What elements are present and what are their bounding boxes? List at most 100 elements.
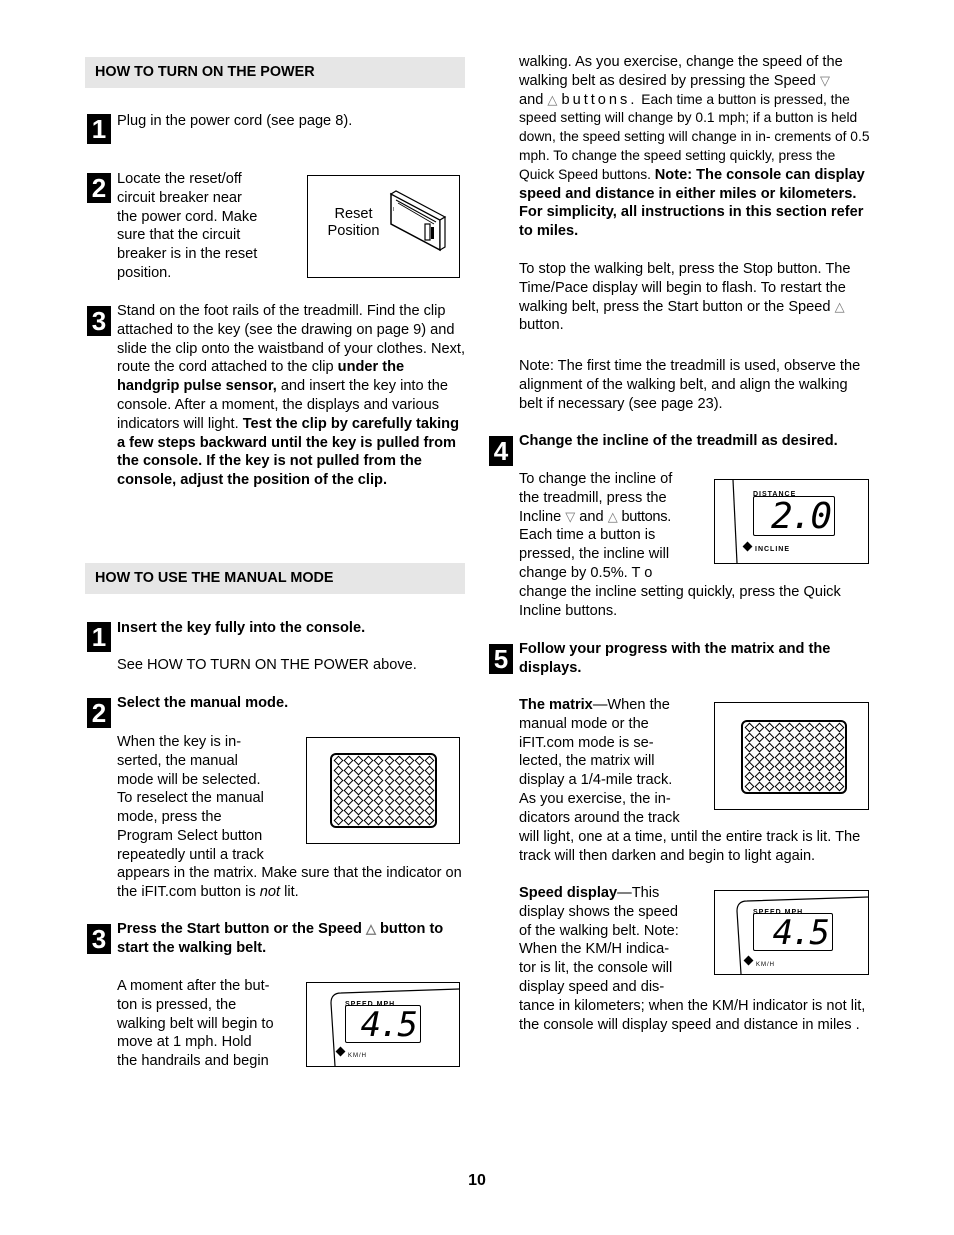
text-line: The matrix—When the [519, 696, 709, 715]
text-line: tor is lit, the console will [519, 960, 673, 977]
matrix-led [424, 755, 435, 766]
matrix-led [784, 761, 795, 772]
matrix-led [824, 781, 835, 792]
matrix-led [824, 732, 835, 743]
text-run: buttons. [561, 91, 638, 108]
matrix-led [414, 795, 425, 806]
matrix-led [404, 765, 415, 776]
page-number: 10 [468, 1172, 486, 1189]
matrix-led [353, 755, 364, 766]
text-line: mode, press the [117, 809, 222, 826]
matrix-led [394, 785, 405, 796]
matrix-led [373, 785, 384, 796]
led-matrix [741, 720, 847, 794]
matrix-led [744, 781, 755, 792]
matrix-led [754, 771, 765, 782]
matrix-led [333, 795, 344, 806]
indicator-label: KM/H [348, 1053, 367, 1059]
matrix-led [784, 771, 795, 782]
circuit-breaker-icon: I [389, 190, 447, 252]
text-line: serted, the manual [117, 752, 238, 769]
step-text: change the incline setting quickly, pres… [519, 584, 841, 619]
text-run: Press the Start button or the Speed [117, 921, 366, 937]
matrix-led [353, 805, 364, 816]
matrix-led [394, 755, 405, 766]
matrix-led [794, 722, 805, 733]
matrix-led [764, 752, 775, 762]
matrix-led [834, 722, 845, 733]
speed-display-figure: SPEED MPH 4.5 KM/H [306, 982, 460, 1067]
text-line: change by 0.5%. T o [519, 564, 653, 581]
distance-readout: 2.0 [753, 496, 835, 537]
text-line: walking belt as desired by pressing the … [519, 72, 871, 91]
matrix-led [834, 732, 845, 743]
text-line: Program Select button [117, 827, 263, 844]
matrix-led [744, 752, 755, 762]
matrix-led [774, 781, 785, 792]
text-line: sure that the circuit [117, 227, 241, 244]
text-line: When the key is in- [117, 734, 242, 750]
italic-text: not [259, 883, 281, 900]
matrix-led [414, 755, 425, 766]
matrix-led [764, 771, 775, 782]
matrix-led [333, 785, 344, 796]
matrix-led [414, 775, 425, 786]
matrix-led [343, 765, 354, 776]
matrix-led [404, 815, 415, 826]
matrix-led [754, 732, 765, 743]
matrix-led [394, 815, 405, 826]
matrix-led [384, 765, 394, 776]
text-line: position. [117, 264, 172, 281]
matrix-led [353, 775, 364, 786]
matrix-led [764, 732, 775, 743]
matrix-led [424, 805, 435, 816]
matrix-led [343, 815, 354, 826]
matrix-led [363, 755, 374, 766]
matrix-led [774, 742, 785, 753]
matrix-led [394, 775, 405, 786]
matrix-led [424, 765, 435, 776]
matrix-led [774, 722, 785, 733]
step-text: Plug in the power cord (see page 8). [117, 113, 353, 129]
stop-paragraph: To stop the walking belt, press the Stop… [519, 260, 871, 335]
text-run: and [519, 91, 548, 108]
text-line: A moment after the but- [117, 978, 270, 994]
matrix-led [353, 815, 364, 826]
matrix-led [794, 752, 805, 762]
matrix-led [424, 775, 435, 786]
text-line: the handrails and begin [117, 1053, 269, 1070]
speed-display-text: Speed display—This display shows the spe… [519, 884, 714, 997]
matrix-led [404, 805, 415, 816]
matrix-led [834, 781, 845, 792]
matrix-led [784, 752, 795, 762]
step-title: Follow your progress with the matrix and… [519, 641, 831, 676]
matrix-led [424, 795, 435, 806]
matrix-led [754, 781, 765, 792]
bold-text: The matrix [519, 697, 593, 713]
matrix-led [754, 742, 765, 753]
matrix-led [794, 781, 805, 792]
text-line: To reselect the manual [117, 790, 264, 807]
text-line: Incline ▽ and △ buttons. [519, 508, 709, 527]
text-line: Each time a button is [519, 527, 656, 544]
distance-display-figure: DISTANCE 2.0 INCLINE [714, 479, 869, 564]
matrix-led [404, 755, 415, 766]
matrix-led [384, 805, 394, 816]
text-line: the power cord. Make [117, 208, 258, 225]
matrix-led [384, 785, 394, 796]
speed-up-arrow-icon: △ [834, 298, 845, 314]
text-line: mode will be selected. [117, 771, 261, 788]
matrix-led [414, 815, 425, 826]
matrix-led [373, 805, 384, 816]
matrix-led [373, 795, 384, 806]
step-number-2: 2 [87, 173, 111, 203]
matrix-led [363, 815, 374, 826]
matrix-led [754, 752, 765, 762]
text-line: pressed, the incline will [519, 546, 670, 563]
speed-up-arrow-icon: △ [547, 91, 558, 107]
step-number-5: 5 [489, 644, 513, 674]
figure-label-line: Position [327, 223, 380, 239]
matrix-led [394, 765, 405, 776]
matrix-led [774, 771, 785, 782]
matrix-led [744, 761, 755, 772]
